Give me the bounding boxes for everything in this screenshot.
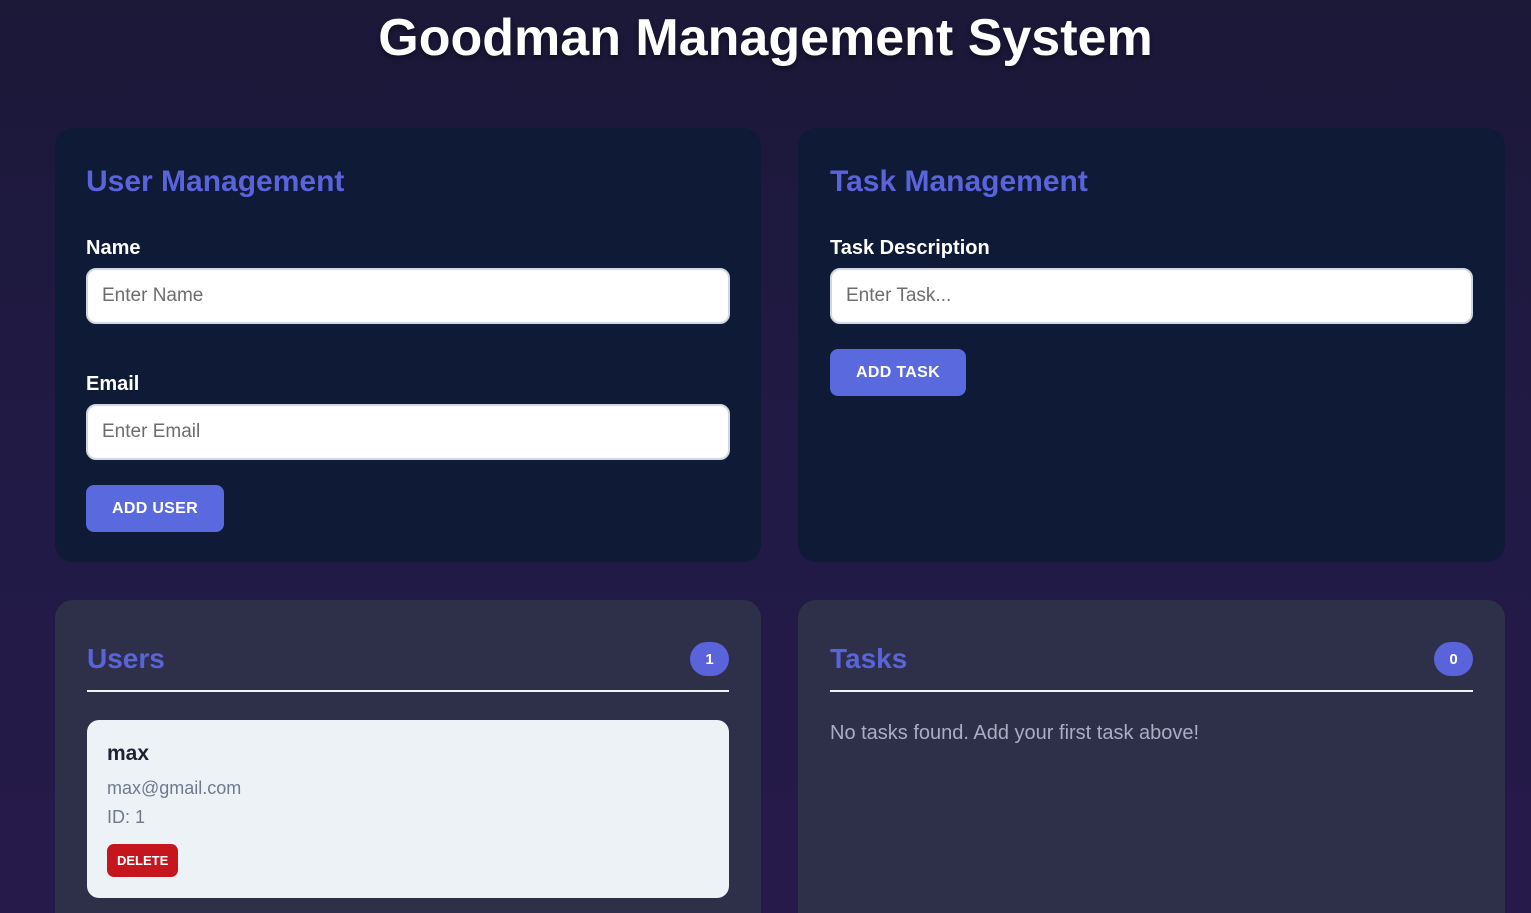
user-name: max (107, 742, 150, 765)
users-list-card: Users 1 max max@gmail.com ID: 1 DELETE (55, 600, 761, 913)
users-count-badge: 1 (690, 642, 729, 676)
task-description-input[interactable] (830, 268, 1473, 324)
task-management-card: Task Management Task Description ADD TAS… (798, 128, 1505, 562)
page-title: Goodman Management System (378, 9, 1153, 67)
tasks-list-card: Tasks 0 No tasks found. Add your first t… (798, 600, 1505, 913)
tasks-list-header: Tasks 0 (830, 632, 1473, 692)
tasks-list-title: Tasks (830, 643, 908, 674)
users-list-title: Users (87, 643, 165, 674)
tasks-empty-message: No tasks found. Add your first task abov… (830, 722, 1200, 744)
add-task-button[interactable]: ADD TASK (830, 349, 966, 396)
tasks-count-badge: 0 (1434, 642, 1473, 676)
email-label: Email (86, 373, 140, 395)
user-list-item: max max@gmail.com ID: 1 DELETE (87, 720, 729, 898)
task-management-title: Task Management (830, 165, 1088, 198)
users-list-header: Users 1 (87, 632, 729, 692)
user-email: max@gmail.com (107, 778, 242, 798)
delete-user-button[interactable]: DELETE (107, 844, 179, 877)
app-page: Goodman Management System User Managemen… (0, 0, 1531, 913)
task-description-label: Task Description (830, 237, 990, 259)
email-input[interactable] (86, 404, 730, 460)
name-label: Name (86, 237, 141, 259)
add-user-button[interactable]: ADD USER (86, 485, 224, 532)
user-management-title: User Management (86, 165, 345, 198)
name-input[interactable] (86, 268, 730, 324)
user-id: ID: 1 (107, 807, 146, 827)
user-management-card: User Management Name Email ADD USER (55, 128, 761, 562)
